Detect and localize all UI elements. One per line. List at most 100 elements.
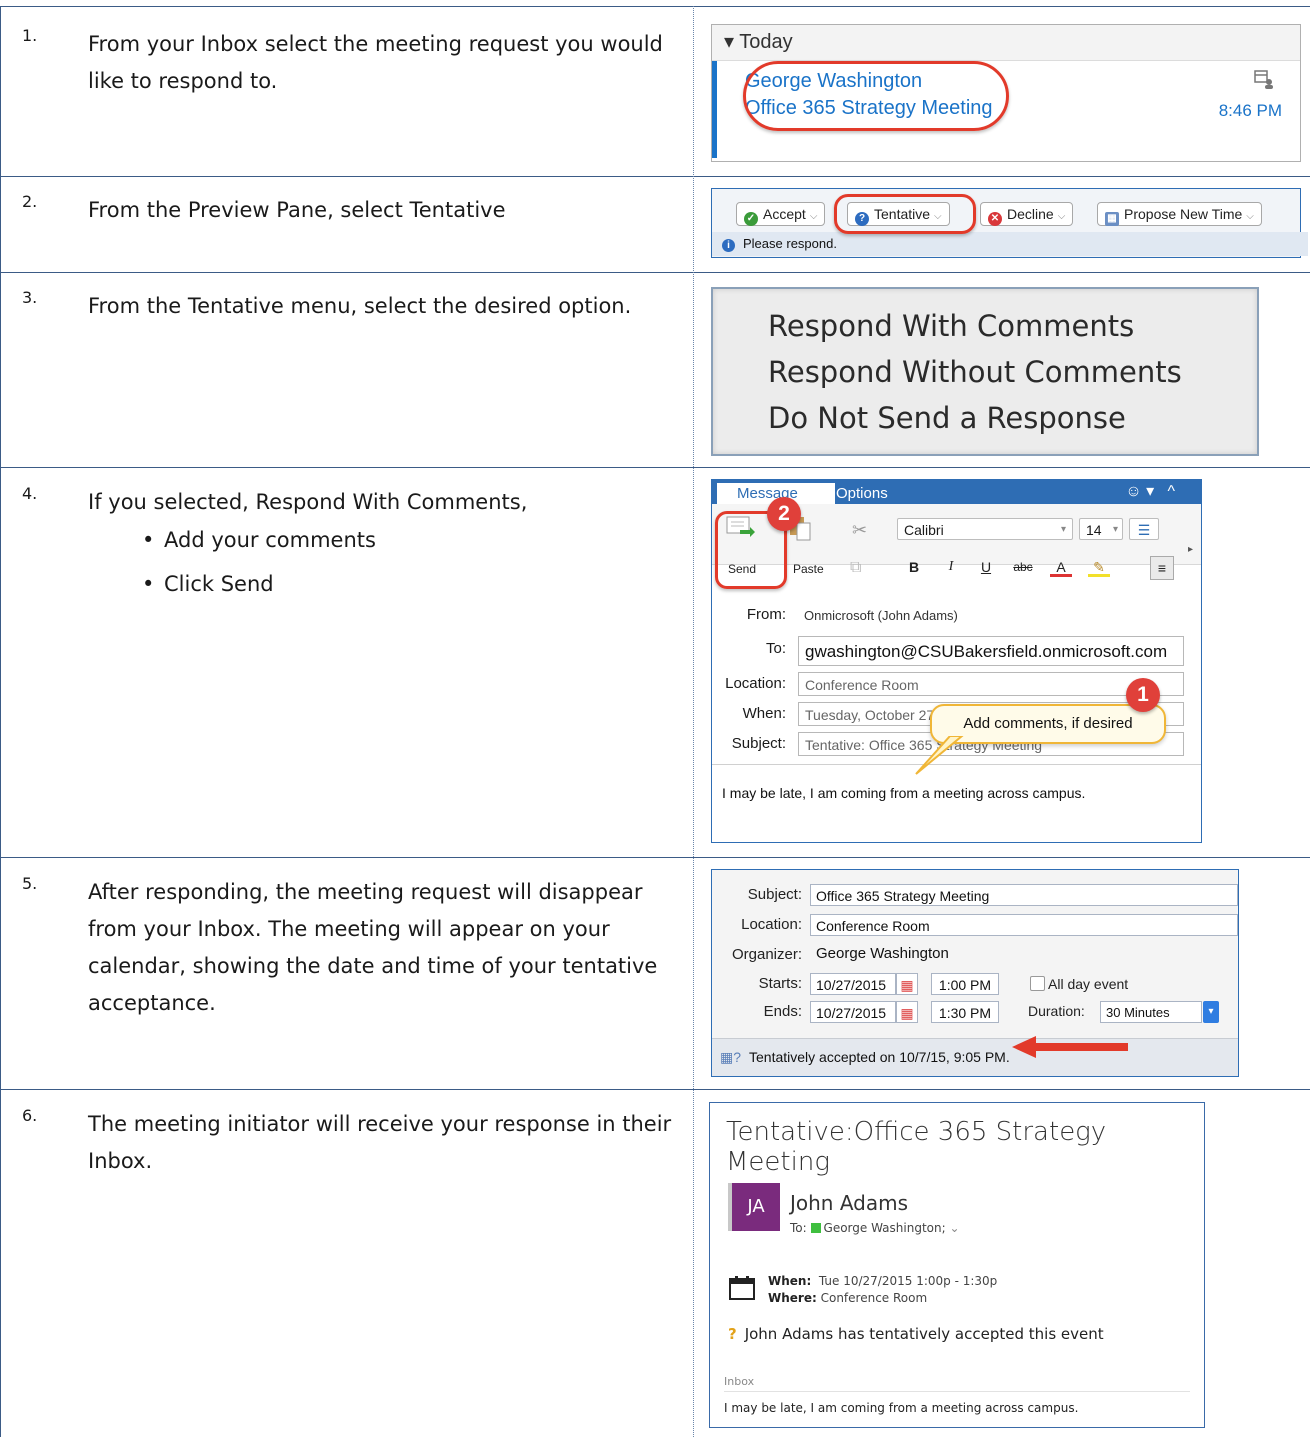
start-time-field[interactable]: 1:00 PM xyxy=(931,973,999,995)
subject-field[interactable]: Office 365 Strategy Meeting xyxy=(810,884,1238,906)
list-item: • Add your comments xyxy=(142,528,376,552)
starts-label: Starts: xyxy=(758,975,802,992)
menu-item-respond-with-comments[interactable]: Respond With Comments xyxy=(768,309,1134,343)
check-icon: ✓ xyxy=(744,212,758,226)
row-divider xyxy=(0,176,1310,177)
meeting-details: When: Tue 10/27/2015 1:00p - 1:30p Where… xyxy=(768,1274,998,1305)
font-size-select[interactable]: 14 ▾ xyxy=(1079,518,1123,540)
paste-label: Paste xyxy=(793,562,824,576)
tentative-menu-screenshot: Respond With Comments Respond Without Co… xyxy=(711,287,1259,456)
organizer-label: Organizer: xyxy=(731,946,802,963)
organizer-value: George Washington xyxy=(816,945,949,962)
sender-name[interactable]: John Adams xyxy=(790,1191,908,1215)
tab-options[interactable]: Options xyxy=(836,483,888,504)
step-text: The meeting initiator will receive your … xyxy=(88,1112,672,1173)
underline-button[interactable]: U xyxy=(975,556,997,578)
menu-item-do-not-send[interactable]: Do Not Send a Response xyxy=(768,401,1126,435)
info-banner: i Please respond. xyxy=(712,232,1308,256)
reply-message: I may be late, I am coming from a meetin… xyxy=(724,1401,1079,1415)
divider xyxy=(724,1391,1190,1392)
when-label: When: xyxy=(742,705,786,722)
bold-button[interactable]: B xyxy=(903,556,925,578)
selection-indicator xyxy=(712,61,717,158)
calendar-item-screenshot: Subject: Office 365 Strategy Meeting Loc… xyxy=(711,869,1239,1077)
cut-icon[interactable]: ✂ xyxy=(852,520,867,541)
status-bar: ▦? Tentatively accepted on 10/7/15, 9:05 … xyxy=(712,1038,1238,1076)
question-icon: ? xyxy=(728,1325,737,1343)
step-text: From the Preview Pane, select Tentative xyxy=(88,198,506,222)
reply-screenshot: Tentative:Office 365 Strategy Meeting JA… xyxy=(709,1102,1205,1428)
step-text: From your Inbox select the meeting reque… xyxy=(88,32,663,93)
row-divider xyxy=(0,1089,1310,1090)
step-number: 1. xyxy=(22,26,38,45)
row-divider xyxy=(0,272,1310,273)
italic-button[interactable]: I xyxy=(940,556,962,578)
propose-new-time-button[interactable]: ▦ Propose New Time ⌵ xyxy=(1097,202,1262,226)
reply-title: Tentative:Office 365 Strategy Meeting xyxy=(726,1117,1107,1177)
row-divider xyxy=(0,6,1310,7)
highlight-oval xyxy=(743,61,1009,131)
step-number: 4. xyxy=(22,484,38,503)
from-field[interactable]: Onmicrosoft (John Adams) xyxy=(798,604,1184,628)
all-day-checkbox[interactable] xyxy=(1030,976,1045,991)
group-header-today[interactable]: ▾ Today xyxy=(712,25,1300,61)
expand-icon[interactable]: ⌄ xyxy=(949,1221,959,1235)
step-text: If you selected, Respond With Comments, xyxy=(88,490,528,514)
chevron-down-icon: ⌵ xyxy=(1246,211,1254,222)
calendar-icon[interactable]: ▦ xyxy=(896,1001,918,1023)
font-family-select[interactable]: Calibri ▾ xyxy=(897,518,1073,540)
step-number: 6. xyxy=(22,1106,38,1125)
step-number: 5. xyxy=(22,874,38,893)
meeting-request-icon xyxy=(1254,70,1273,89)
location-label: Location: xyxy=(741,916,802,933)
highlight-icon[interactable]: ✎ xyxy=(1088,556,1110,577)
duration-select[interactable]: 30 Minutes ▾ xyxy=(1100,1001,1219,1023)
response-bar-screenshot: ✓ Accept ⌵ ? Tentative ⌵ ✕ Decline ⌵ ▦ Propose … xyxy=(711,188,1308,258)
bullet-list-icon[interactable]: ☰ xyxy=(1129,518,1159,540)
start-date-field[interactable]: 10/27/2015 xyxy=(810,973,896,995)
accept-button[interactable]: ✓ Accept ⌵ xyxy=(736,202,826,226)
step-badge-2: 2 xyxy=(767,497,801,531)
info-icon: i xyxy=(722,239,735,252)
chevron-down-icon: ⌵ xyxy=(809,211,818,222)
copy-icon[interactable]: ⧉ xyxy=(850,559,861,577)
step-text: After responding, the meeting request wi… xyxy=(88,880,658,1015)
calendar-icon[interactable]: ▦ xyxy=(896,973,918,995)
location-field[interactable]: Conference Room xyxy=(810,914,1238,936)
end-date-field[interactable]: 10/27/2015 xyxy=(810,1001,896,1023)
folder-label: Inbox xyxy=(724,1375,755,1388)
location-label: Location: xyxy=(725,675,786,692)
subject-label: Subject: xyxy=(731,735,786,752)
to-label: To: xyxy=(765,640,786,657)
ribbon-more-icon[interactable]: ▸ xyxy=(1188,544,1193,555)
all-day-label: All day event xyxy=(1048,976,1129,992)
column-divider xyxy=(693,6,694,1437)
ends-label: Ends: xyxy=(763,1003,802,1020)
x-circle-icon: ✕ xyxy=(988,212,1002,226)
tentative-status: ? John Adams has tentatively accepted thi… xyxy=(728,1325,1104,1343)
decline-button[interactable]: ✕ Decline ⌵ xyxy=(980,202,1074,226)
row-divider xyxy=(0,467,1310,468)
from-label: From: xyxy=(746,606,786,623)
step-number: 2. xyxy=(22,192,38,211)
menu-item-respond-without-comments[interactable]: Respond Without Comments xyxy=(768,355,1182,389)
end-time-field[interactable]: 1:30 PM xyxy=(931,1001,999,1023)
font-color-icon[interactable]: A xyxy=(1050,556,1072,577)
step-number: 3. xyxy=(22,288,38,307)
strikethrough-button[interactable]: abc xyxy=(1006,556,1040,578)
highlight-oval xyxy=(834,194,976,234)
step-badge-1: 1 xyxy=(1126,678,1160,712)
callout-pointer xyxy=(915,736,964,775)
to-field[interactable]: gwashington@CSUBakersfield.onmicrosoft.c… xyxy=(798,636,1184,666)
step-4-bullets: • Add your comments • Click Send xyxy=(142,528,376,616)
row-divider xyxy=(0,857,1310,858)
presence-icon xyxy=(810,1223,821,1233)
message-body[interactable]: I may be late, I am coming from a meetin… xyxy=(722,785,1085,801)
align-left-icon[interactable]: ≡ xyxy=(1150,556,1174,580)
emoji-feedback-icon[interactable]: ☺ ▾ ^ xyxy=(1125,481,1175,501)
chevron-down-icon: ⌵ xyxy=(1057,211,1066,222)
avatar: JA xyxy=(728,1183,780,1231)
arrow-indicator xyxy=(1012,1036,1128,1058)
chevron-down-icon[interactable]: ▾ xyxy=(1203,1001,1219,1023)
calendar-clock-icon: ▦ xyxy=(1105,212,1119,226)
